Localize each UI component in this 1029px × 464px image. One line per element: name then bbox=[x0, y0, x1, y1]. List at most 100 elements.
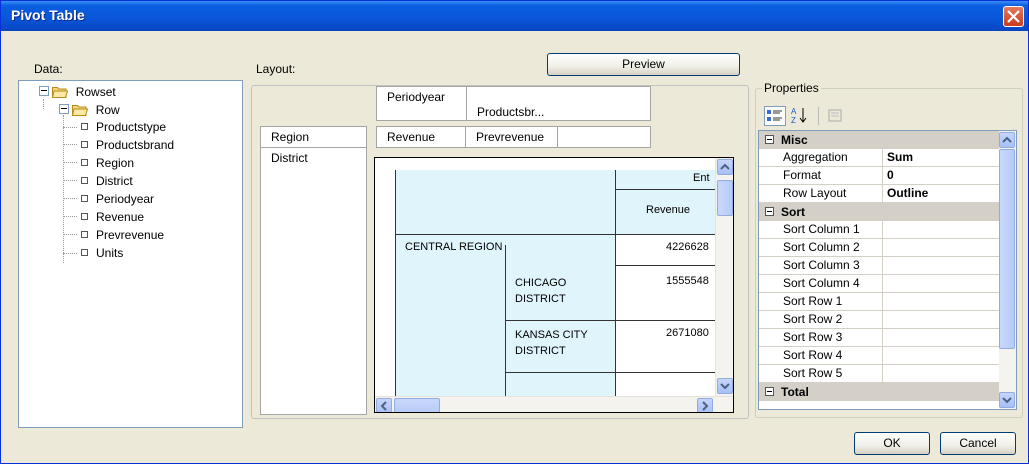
scroll-thumb-horizontal[interactable] bbox=[394, 398, 440, 412]
row-field-region[interactable]: Region bbox=[260, 126, 367, 148]
property-value[interactable] bbox=[883, 293, 999, 311]
property-name: Sort Row 1 bbox=[759, 293, 883, 311]
scroll-down-button[interactable] bbox=[999, 392, 1015, 408]
property-value[interactable]: Outline bbox=[883, 185, 999, 203]
cancel-button[interactable]: Cancel bbox=[940, 432, 1016, 455]
tree-field-revenue[interactable]: Revenue bbox=[77, 209, 144, 226]
column-field-periodyear[interactable]: Periodyear bbox=[376, 86, 467, 121]
property-list: Misc Aggregation Sum Format 0 Row Layout Ou… bbox=[759, 131, 999, 409]
collapse-icon[interactable] bbox=[765, 387, 774, 396]
scroll-up-button[interactable] bbox=[999, 132, 1015, 148]
property-sort-column-1[interactable]: Sort Column 1 bbox=[759, 221, 999, 239]
property-pages-button[interactable] bbox=[827, 108, 843, 124]
property-format[interactable]: Format 0 bbox=[759, 167, 999, 185]
ok-button[interactable]: OK bbox=[854, 432, 930, 455]
tree-label: District bbox=[96, 174, 133, 188]
field-icon bbox=[81, 159, 88, 166]
tree-item-row[interactable]: Row bbox=[59, 102, 120, 119]
column-field-productsbrand[interactable]: Productsbr... bbox=[466, 86, 651, 121]
tree-field-district[interactable]: District bbox=[77, 173, 133, 190]
tree-label: Productstype bbox=[96, 120, 167, 134]
horizontal-scrollbar[interactable] bbox=[375, 396, 733, 412]
field-icon bbox=[81, 231, 88, 238]
measure-field-revenue[interactable]: Revenue bbox=[376, 126, 466, 148]
grid-district-label: CHICAGO DISTRICT bbox=[515, 277, 567, 305]
property-value[interactable]: 0 bbox=[883, 167, 999, 185]
property-sort-row-3[interactable]: Sort Row 3 bbox=[759, 329, 999, 347]
measure-drop-slot[interactable] bbox=[557, 126, 651, 148]
property-sort-column-4[interactable]: Sort Column 4 bbox=[759, 275, 999, 293]
property-name: Sort Row 5 bbox=[759, 365, 883, 383]
property-sort-row-4[interactable]: Sort Row 4 bbox=[759, 347, 999, 365]
row-field-district[interactable]: District bbox=[260, 147, 367, 415]
category-misc[interactable]: Misc bbox=[759, 131, 999, 149]
scroll-right-button[interactable] bbox=[697, 398, 713, 412]
scroll-down-button[interactable] bbox=[717, 378, 733, 394]
tree-label: Productsbrand bbox=[96, 138, 175, 152]
title-bar[interactable]: Pivot Table bbox=[1, 1, 1028, 31]
data-label: Data: bbox=[34, 62, 63, 76]
property-sort-column-3[interactable]: Sort Column 3 bbox=[759, 257, 999, 275]
property-scrollbar[interactable] bbox=[999, 131, 1016, 409]
close-button[interactable] bbox=[1003, 6, 1024, 27]
grid-value: 2671080 bbox=[666, 327, 709, 339]
collapse-icon[interactable] bbox=[765, 135, 774, 144]
close-icon bbox=[1007, 10, 1020, 23]
scroll-thumb[interactable] bbox=[999, 149, 1015, 349]
property-sort-row-5[interactable]: Sort Row 5 bbox=[759, 365, 999, 383]
category-sort[interactable]: Sort bbox=[759, 203, 999, 221]
tree-field-productstype[interactable]: Productstype bbox=[77, 119, 166, 136]
grid-value: 1555548 bbox=[666, 275, 709, 287]
grid-district-label: KANSAS CITY DISTRICT bbox=[515, 329, 588, 357]
category-total[interactable]: Total bbox=[759, 383, 999, 401]
property-value[interactable] bbox=[883, 365, 999, 383]
field-icon bbox=[81, 195, 88, 202]
tree-label: Periodyear bbox=[96, 192, 155, 206]
scroll-left-button[interactable] bbox=[376, 398, 392, 412]
arrow-up-icon bbox=[1002, 136, 1012, 143]
property-value[interactable] bbox=[883, 275, 999, 293]
tree-item-rowset[interactable]: Rowset bbox=[39, 84, 116, 101]
category-label: Total bbox=[781, 385, 809, 399]
alphabetical-button[interactable]: AZ bbox=[789, 106, 809, 126]
grid-header-measure: Revenue bbox=[646, 204, 691, 216]
property-value[interactable] bbox=[883, 311, 999, 329]
preview-button[interactable]: Preview bbox=[547, 53, 740, 76]
tree-label: Units bbox=[96, 246, 124, 260]
category-label: Misc bbox=[781, 133, 808, 147]
collapse-icon[interactable] bbox=[765, 207, 774, 216]
property-name: Sort Row 3 bbox=[759, 329, 883, 347]
vertical-scrollbar[interactable] bbox=[715, 158, 733, 396]
tree-field-units[interactable]: Units bbox=[77, 245, 123, 262]
layout-area: Periodyear Productsbr... Region District… bbox=[251, 85, 749, 419]
tree-field-productsbrand[interactable]: Productsbrand bbox=[77, 137, 174, 154]
collapse-icon[interactable] bbox=[59, 104, 69, 114]
collapse-icon[interactable] bbox=[39, 86, 49, 96]
arrow-down-icon bbox=[720, 383, 730, 390]
property-row-layout[interactable]: Row Layout Outline bbox=[759, 185, 999, 203]
preview-grid[interactable]: Ent Revenue CENTRAL REGION 4226628 CHICA… bbox=[374, 157, 734, 413]
property-value[interactable] bbox=[883, 347, 999, 365]
property-value[interactable]: Sum bbox=[883, 149, 999, 167]
arrow-right-icon bbox=[702, 401, 709, 411]
property-sort-column-2[interactable]: Sort Column 2 bbox=[759, 239, 999, 257]
property-name: Sort Column 4 bbox=[759, 275, 883, 293]
data-tree[interactable]: Rowset Row Productstype Productsbrand Re… bbox=[18, 80, 243, 428]
property-value[interactable] bbox=[883, 221, 999, 239]
tree-field-periodyear[interactable]: Periodyear bbox=[77, 191, 154, 208]
categorized-button[interactable] bbox=[764, 106, 786, 126]
measure-field-prevrevenue[interactable]: Prevrevenue bbox=[465, 126, 558, 148]
property-sort-row-2[interactable]: Sort Row 2 bbox=[759, 311, 999, 329]
svg-text:A: A bbox=[791, 107, 797, 116]
scroll-up-button[interactable] bbox=[717, 159, 733, 175]
property-sort-row-1[interactable]: Sort Row 1 bbox=[759, 293, 999, 311]
property-aggregation[interactable]: Aggregation Sum bbox=[759, 149, 999, 167]
scroll-thumb[interactable] bbox=[717, 180, 733, 216]
property-value[interactable] bbox=[883, 329, 999, 347]
tree-field-prevrevenue[interactable]: Prevrevenue bbox=[77, 227, 164, 244]
property-grid[interactable]: Misc Aggregation Sum Format 0 Row Layout Ou… bbox=[758, 130, 1017, 410]
property-value[interactable] bbox=[883, 239, 999, 257]
property-value[interactable] bbox=[883, 257, 999, 275]
tree-label: Region bbox=[96, 156, 135, 170]
tree-field-region[interactable]: Region bbox=[77, 155, 134, 172]
